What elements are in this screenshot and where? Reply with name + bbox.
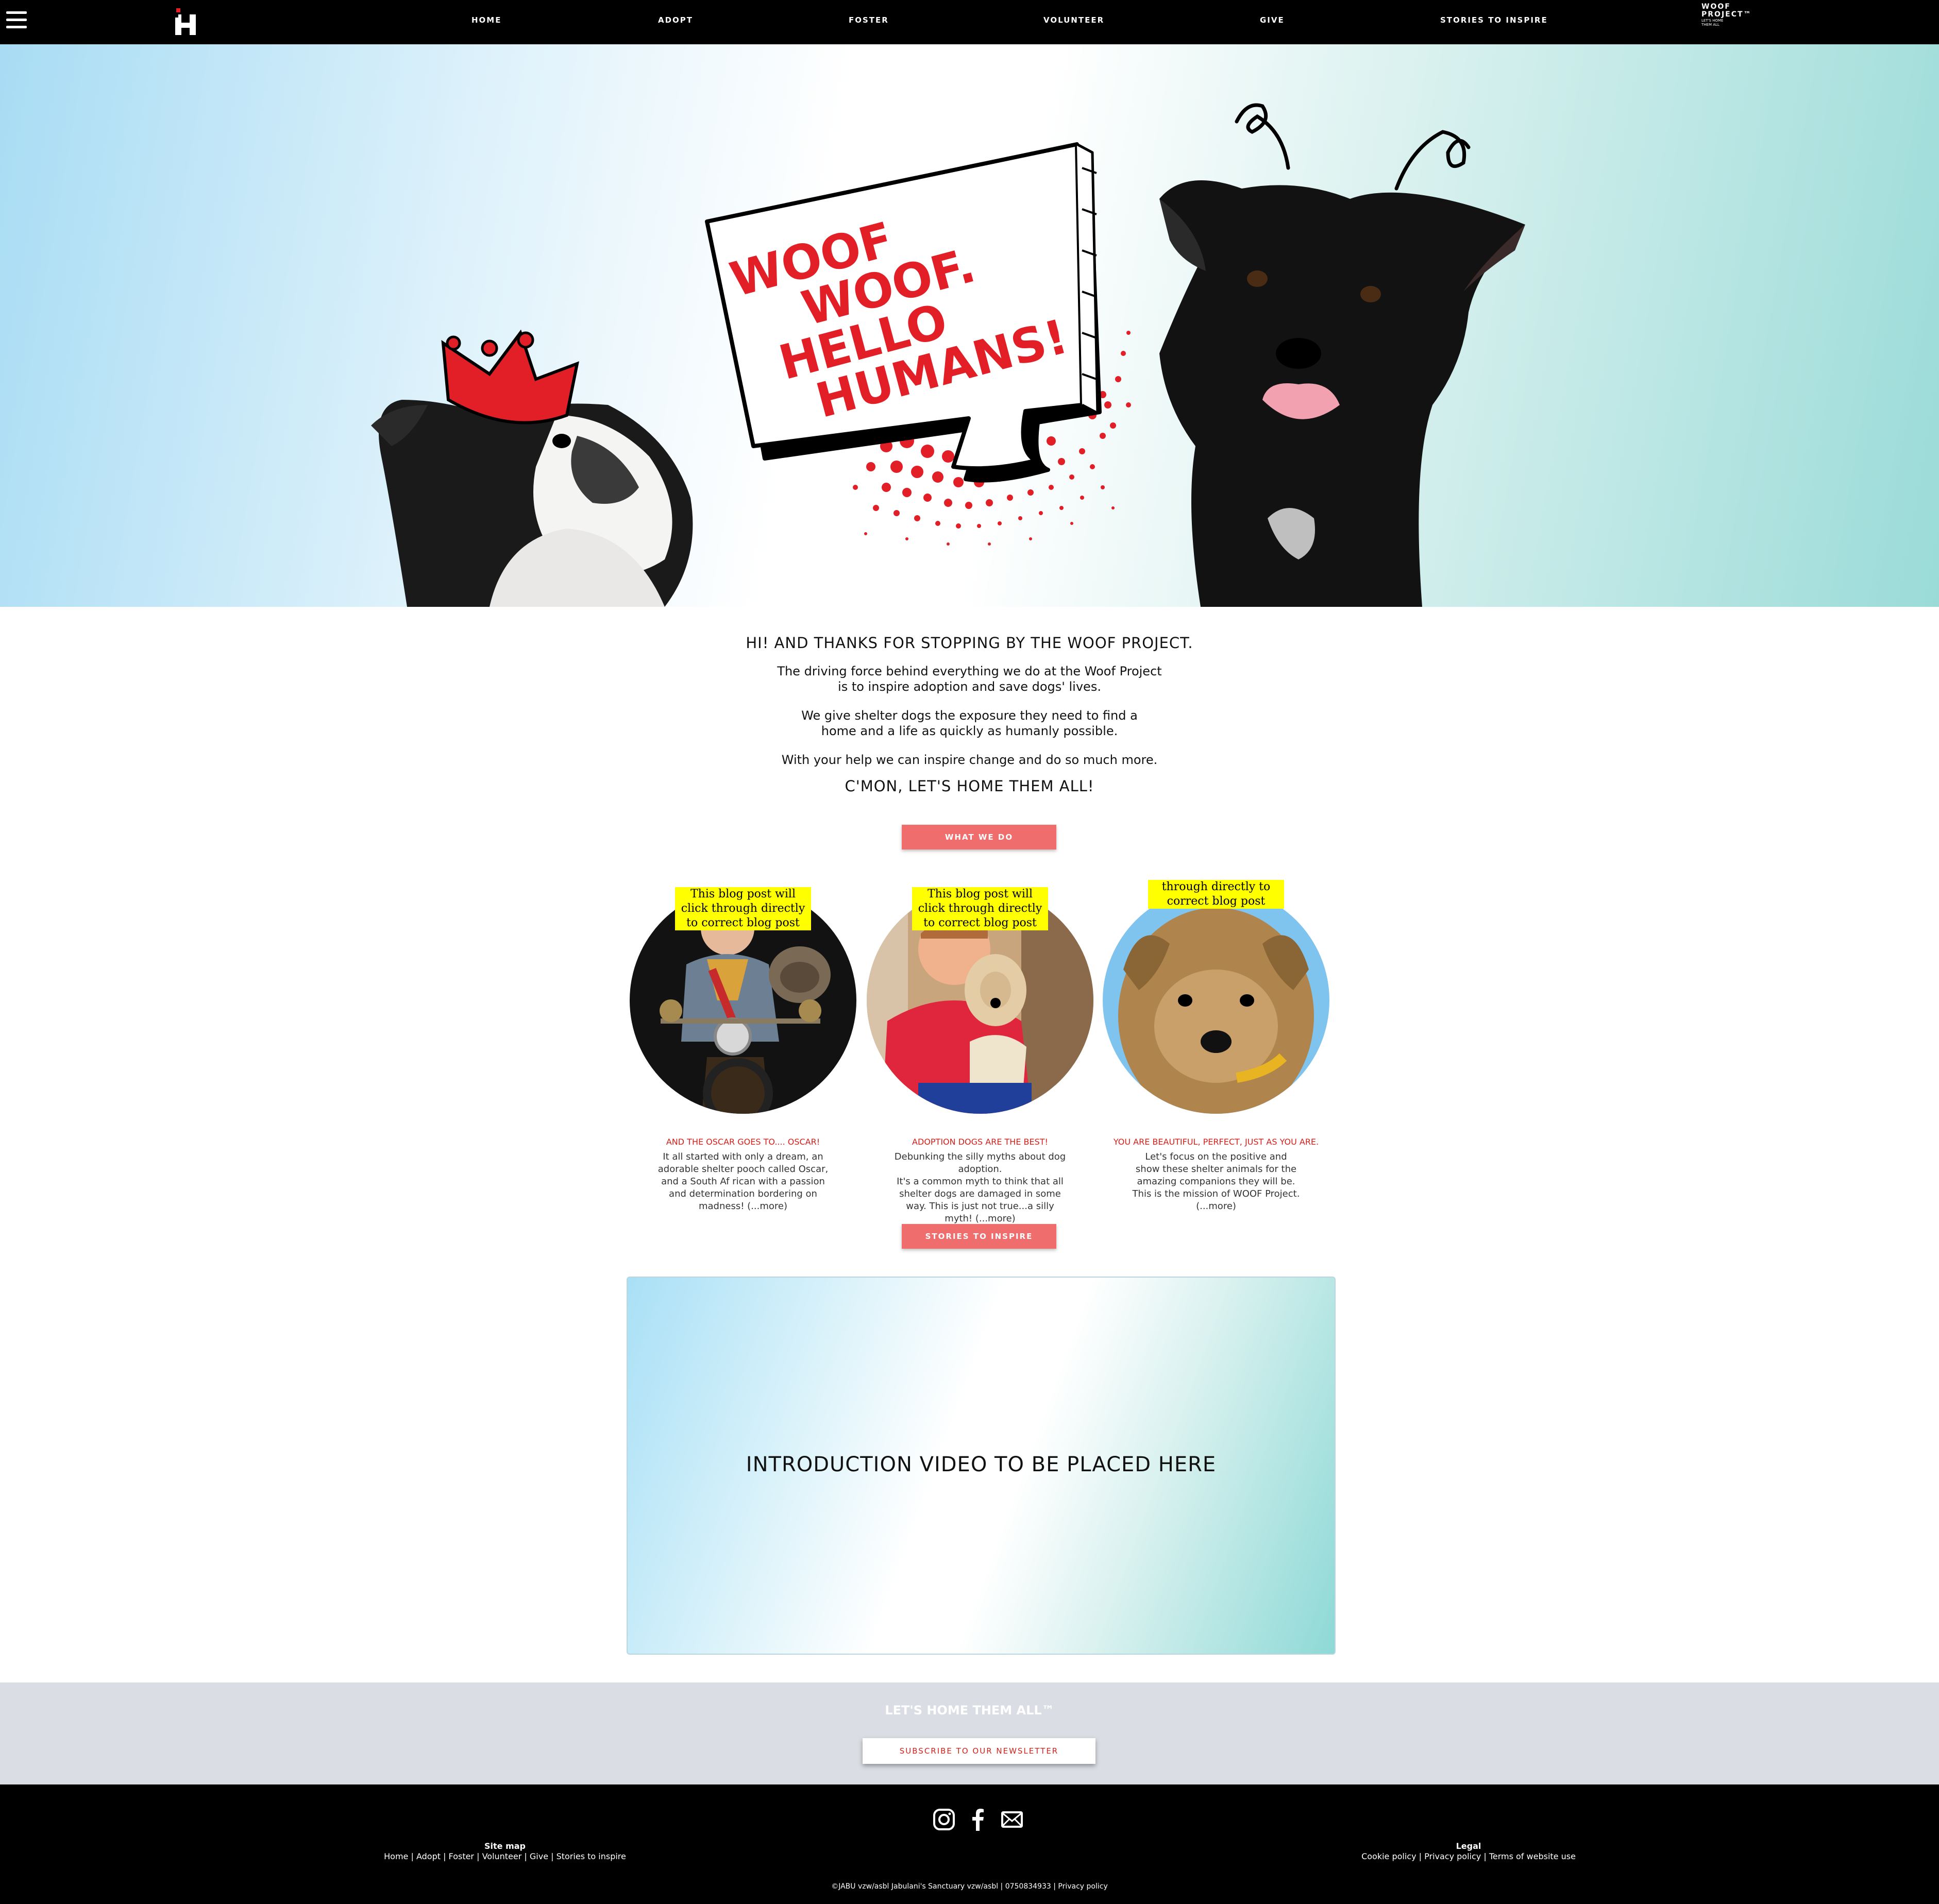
blog-post-excerpt-3: Let's focus on the positive and show the… [1113,1151,1319,1213]
intro-paragraph-1-line-2: is to inspire adoption and save dogs' li… [838,679,1101,694]
nav-give[interactable]: GIVE [1260,15,1285,25]
blog-post-image-3[interactable] [1103,887,1329,1114]
nav-stories-to-inspire[interactable]: STORIES TO INSPIRE [1440,15,1548,25]
hero-banner: WOOF WOOF. HELLO HUMANS! [0,44,1939,607]
mail-icon[interactable] [1001,1808,1023,1831]
nav-home[interactable]: HOME [471,15,501,25]
terrier-photo [1103,887,1329,1114]
excerpt-line: shelter dogs are damaged in some [899,1188,1061,1199]
subscribe-newsletter-button[interactable]: SUBSCRIBE TO OUR NEWSLETTER [863,1738,1095,1764]
what-we-do-button[interactable]: WHAT WE DO [902,825,1056,849]
top-navigation-bar: HOME ADOPT FOSTER VOLUNTEER GIVE STORIES… [0,0,1939,44]
footer-sitemap-title: Site map [484,1841,526,1851]
excerpt-line[interactable]: madness! (...more) [640,1200,846,1213]
brand-name-line2: PROJECT™ [1701,10,1752,19]
black-dog-photo [1159,103,1525,607]
excerpt-line: and determination bordering on [669,1188,817,1199]
newsletter-title: LET'S HOME THEM ALL™ [885,1703,1054,1718]
excerpt-line[interactable]: (...more) [1113,1200,1319,1213]
video-placeholder-label: INTRODUCTION VIDEO TO BE PLACED HERE [746,1453,1217,1476]
excerpt-line: It's a common myth to think that all [897,1176,1064,1187]
intro-cta-heading: C'MON, LET'S HOME THEM ALL! [845,777,1094,795]
blog-post-title-2[interactable]: ADOPTION DOGS ARE THE BEST! [862,1137,1099,1147]
stories-to-inspire-button[interactable]: STORIES TO INSPIRE [902,1224,1056,1249]
brand-logo[interactable]: WOOF PROJECT™ LET'S HOME THEM ALL [1701,3,1752,27]
brand-name-line1: WOOF [1701,3,1731,11]
intro-paragraph-1-line-1: The driving force behind everything we d… [777,664,1162,678]
hero-illustration: WOOF WOOF. HELLO HUMANS! [371,103,1525,607]
excerpt-line: Let's focus on the positive and [1145,1151,1287,1162]
newsletter-band: LET'S HOME THEM ALL™ SUBSCRIBE TO OUR NE… [0,1682,1939,1784]
nav-volunteer[interactable]: VOLUNTEER [1043,15,1104,25]
blog-post-title-1[interactable]: AND THE OSCAR GOES TO.... OSCAR! [625,1137,862,1147]
site-logo-icon[interactable] [173,7,198,36]
blog-post-excerpt-1: It all started with only a dream, an ado… [640,1151,846,1213]
footer-copyright: ©JABU vzw/asbl Jabulani's Sanctuary vzw/… [831,1882,1108,1891]
intro-paragraph-2-line-1: We give shelter dogs the exposure they n… [801,708,1138,723]
excerpt-line: show these shelter animals for the [1135,1164,1297,1175]
blog-post-title-3[interactable]: YOU ARE BEAUTIFUL, PERFECT, JUST AS YOU … [1098,1137,1335,1147]
blog-post-excerpt-2: Debunking the silly myths about dog adop… [877,1151,1083,1225]
excerpt-line: This is the mission of WOOF Project. [1132,1188,1300,1199]
blog-post-note-3: through directly to correct blog post [1148,880,1284,909]
hamburger-menu-icon[interactable] [6,11,27,32]
blog-post-note-2: This blog post will click through direct… [912,887,1048,930]
intro-heading: HI! AND THANKS FOR STOPPING BY THE WOOF … [746,634,1193,652]
brand-tagline: LET'S HOME THEM ALL [1701,19,1724,27]
footer-legal: Legal Cookie policy | Privacy policy | T… [1340,1841,1597,1862]
instagram-icon[interactable] [933,1808,955,1831]
excerpt-line: and a South Af rican with a passion [661,1176,825,1187]
footer-sitemap-links[interactable]: Home | Adopt | Foster | Volunteer | Give… [381,1851,629,1862]
excerpt-line: It all started with only a dream, an [663,1151,823,1162]
nav-foster[interactable]: FOSTER [849,15,889,25]
intro-video-placeholder[interactable]: INTRODUCTION VIDEO TO BE PLACED HERE [627,1277,1336,1655]
excerpt-line[interactable]: myth! (...more) [877,1213,1083,1225]
french-bulldog-photo [371,329,693,607]
facebook-icon[interactable] [967,1808,989,1831]
excerpt-line: adorable shelter pooch called Oscar, [657,1164,829,1175]
intro-paragraph-3: With your help we can inspire change and… [781,753,1158,767]
intro-paragraph-2-line-2: home and a life as quickly as humanly po… [821,724,1118,738]
footer-legal-title: Legal [1456,1841,1481,1851]
excerpt-line: amazing companions they will be. [1137,1176,1295,1187]
intro-section: HI! AND THANKS FOR STOPPING BY THE WOOF … [0,634,1939,795]
excerpt-line: Debunking the silly myths about dog adop… [894,1151,1066,1175]
footer-legal-links[interactable]: Cookie policy | Privacy policy | Terms o… [1340,1851,1597,1862]
blog-post-note-1: This blog post will click through direct… [675,887,811,930]
nav-adopt[interactable]: ADOPT [658,15,693,25]
site-footer: Site map Home | Adopt | Foster | Volunte… [0,1784,1939,1904]
footer-sitemap: Site map Home | Adopt | Foster | Volunte… [381,1841,629,1862]
excerpt-line: way. This is just not true...a silly [906,1201,1054,1212]
